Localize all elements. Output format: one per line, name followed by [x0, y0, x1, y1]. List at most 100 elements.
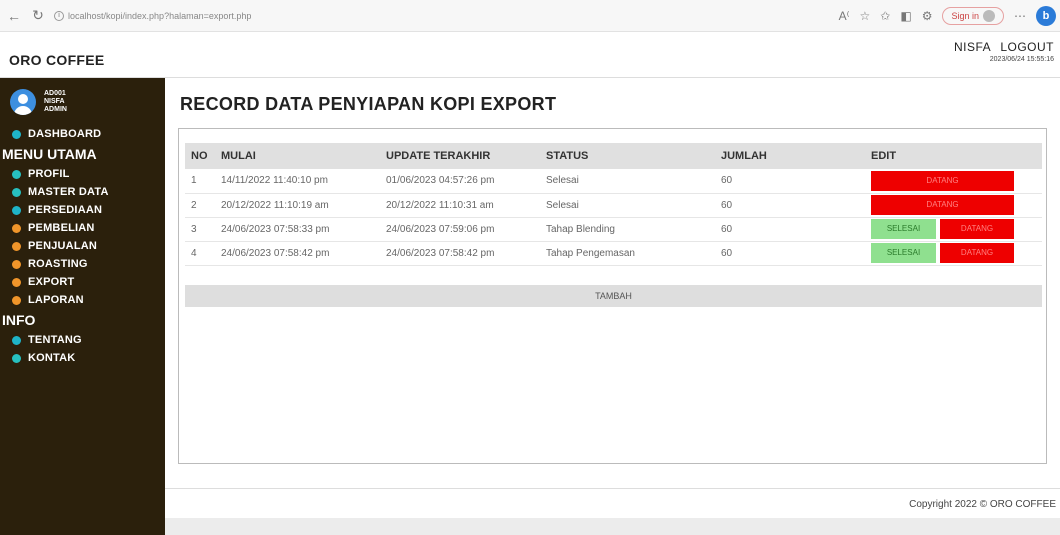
timestamp: 2023/06/24 15:55:16 — [989, 56, 1054, 63]
user-name-side: NISFA — [44, 97, 65, 105]
table-row: 3 24/06/2023 07:58:33 pm 24/06/2023 07:59:… — [185, 217, 1042, 242]
cell-edit: SELESAI DATANG — [865, 241, 1042, 266]
cell-mulai: 14/11/2022 11:40:10 pm — [215, 169, 380, 194]
menu-bullet-icon — [12, 223, 21, 233]
sidebar-item-kontak[interactable]: KONTAK — [0, 349, 165, 367]
user-avatar-icon — [10, 88, 36, 115]
cell-jumlah: 60 — [715, 193, 865, 218]
sidebar: AD001 NISFA ADMIN DASHBOARD MENU UTAMA P… — [0, 78, 165, 535]
user-name: NISFA — [953, 40, 991, 54]
main-content: RECORD DATA PENYIAPAN KOPI EXPORT NO MUL… — [165, 78, 1060, 488]
section-info: INFO — [2, 312, 36, 328]
sign-in-button[interactable]: Sign in — [942, 7, 1004, 25]
page-title: RECORD DATA PENYIAPAN KOPI EXPORT — [180, 94, 557, 114]
cell-mulai: 24/06/2023 07:58:42 pm — [215, 241, 380, 266]
datang-button[interactable]: DATANG — [871, 195, 1014, 215]
sidebar-item-label: EXPORT — [28, 276, 75, 288]
menu-bullet-icon — [12, 187, 21, 197]
read-aloud-icon[interactable]: A⁽ — [839, 9, 850, 23]
table-header-row: NO MULAI UPDATE TERAKHIR STATUS JUMLAH E… — [185, 143, 1042, 169]
cell-jumlah: 60 — [715, 241, 865, 266]
col-mulai: MULAI — [215, 143, 380, 169]
refresh-icon[interactable]: ↻ — [28, 6, 48, 26]
bing-icon[interactable]: b — [1036, 6, 1056, 26]
url-text: localhost/kopi/index.php?halaman=export.… — [68, 10, 252, 21]
datang-button[interactable]: DATANG — [940, 243, 1014, 263]
sidebar-item-label: MASTER DATA — [28, 186, 109, 198]
cell-mulai: 24/06/2023 07:58:33 pm — [215, 217, 380, 242]
section-menu-utama: MENU UTAMA — [2, 146, 97, 162]
cell-update: 24/06/2023 07:59:06 pm — [380, 217, 540, 242]
menu-bullet-icon — [12, 241, 21, 251]
col-status: STATUS — [540, 143, 715, 169]
datang-button[interactable]: DATANG — [940, 219, 1014, 239]
sidebar-item-label: PROFIL — [28, 168, 70, 180]
back-icon[interactable]: ← — [4, 6, 24, 26]
cell-update: 24/06/2023 07:58:42 pm — [380, 241, 540, 266]
sidebar-item-label: KONTAK — [28, 352, 76, 364]
datang-button[interactable]: DATANG — [871, 170, 1014, 191]
sidebar-item-laporan[interactable]: LAPORAN — [0, 291, 165, 309]
menu-bullet-icon — [12, 353, 21, 363]
record-table: NO MULAI UPDATE TERAKHIR STATUS JUMLAH E… — [185, 143, 1042, 266]
sidebar-item-label: PERSEDIAAN — [28, 204, 103, 216]
more-icon[interactable]: ⋯ — [1014, 9, 1026, 23]
menu-bullet-icon — [12, 277, 21, 287]
extensions-icon[interactable]: ⚙ — [922, 9, 933, 23]
cell-no: 2 — [185, 193, 215, 218]
cell-mulai: 20/12/2022 11:10:19 am — [215, 193, 380, 218]
menu-bullet-icon — [12, 169, 21, 179]
dashboard-icon — [12, 129, 21, 139]
avatar-icon — [983, 10, 995, 22]
footer-strip — [165, 518, 1060, 535]
collections-icon[interactable]: ◧ — [900, 9, 911, 23]
table-row: 4 24/06/2023 07:58:42 pm 24/06/2023 07:58:… — [185, 241, 1042, 266]
table-row: 2 20/12/2022 11:10:19 am 20/12/2022 11:10:… — [185, 193, 1042, 218]
sidebar-item-profil[interactable]: PROFIL — [0, 165, 165, 183]
sidebar-item-dashboard[interactable]: DASHBOARD — [0, 125, 165, 143]
cell-status: Tahap Blending — [540, 217, 715, 242]
cell-edit: DATANG — [865, 169, 1042, 194]
col-edit: EDIT — [865, 143, 1042, 169]
favorites-icon[interactable]: ✩ — [880, 9, 890, 23]
add-button[interactable]: TAMBAH — [185, 285, 1042, 307]
cell-no: 3 — [185, 217, 215, 242]
selesai-button[interactable]: SELESAI — [871, 219, 936, 239]
sidebar-item-roasting[interactable]: ROASTING — [0, 255, 165, 273]
cell-edit: DATANG — [865, 193, 1042, 218]
sidebar-item-label: LAPORAN — [28, 294, 84, 306]
col-no: NO — [185, 143, 215, 169]
cell-no: 1 — [185, 169, 215, 194]
sidebar-item-penjualan[interactable]: PENJUALAN — [0, 237, 165, 255]
favorite-star-icon[interactable]: ☆ — [860, 9, 871, 23]
sidebar-item-label: PEMBELIAN — [28, 222, 95, 234]
menu-bullet-icon — [12, 205, 21, 215]
info-icon[interactable]: i — [54, 10, 64, 21]
cell-status: Selesai — [540, 169, 715, 194]
cell-edit: SELESAI DATANG — [865, 217, 1042, 242]
user-profile: AD001 NISFA ADMIN — [0, 78, 165, 125]
sidebar-item-master-data[interactable]: MASTER DATA — [0, 183, 165, 201]
sidebar-item-tentang[interactable]: TENTANG — [0, 331, 165, 349]
sidebar-item-persediaan[interactable]: PERSEDIAAN — [0, 201, 165, 219]
sidebar-item-pembelian[interactable]: PEMBELIAN — [0, 219, 165, 237]
sidebar-item-label: PENJUALAN — [28, 240, 98, 252]
cell-update: 01/06/2023 04:57:26 pm — [380, 169, 540, 194]
brand-title: ORO COFFEE — [9, 52, 105, 68]
app-header: ORO COFFEE NISFA LOGOUT 2023/06/24 15:55… — [0, 32, 1060, 78]
browser-toolbar: ← ↻ i localhost/kopi/index.php?halaman=e… — [0, 0, 1060, 32]
selesai-button[interactable]: SELESAI — [871, 243, 936, 263]
record-panel: NO MULAI UPDATE TERAKHIR STATUS JUMLAH E… — [178, 128, 1047, 464]
cell-jumlah: 60 — [715, 169, 865, 194]
user-id: AD001 — [44, 89, 66, 97]
menu-bullet-icon — [12, 295, 21, 305]
user-role: ADMIN — [44, 105, 67, 113]
cell-jumlah: 60 — [715, 217, 865, 242]
col-jumlah: JUMLAH — [715, 143, 865, 169]
footer: Copyright 2022 © ORO COFFEE — [165, 488, 1060, 518]
logout-link[interactable]: LOGOUT — [1000, 40, 1054, 54]
address-bar[interactable]: i localhost/kopi/index.php?halaman=expor… — [54, 10, 614, 21]
sidebar-item-export[interactable]: EXPORT — [0, 273, 165, 291]
sidebar-item-label: TENTANG — [28, 334, 82, 346]
cell-update: 20/12/2022 11:10:31 am — [380, 193, 540, 218]
